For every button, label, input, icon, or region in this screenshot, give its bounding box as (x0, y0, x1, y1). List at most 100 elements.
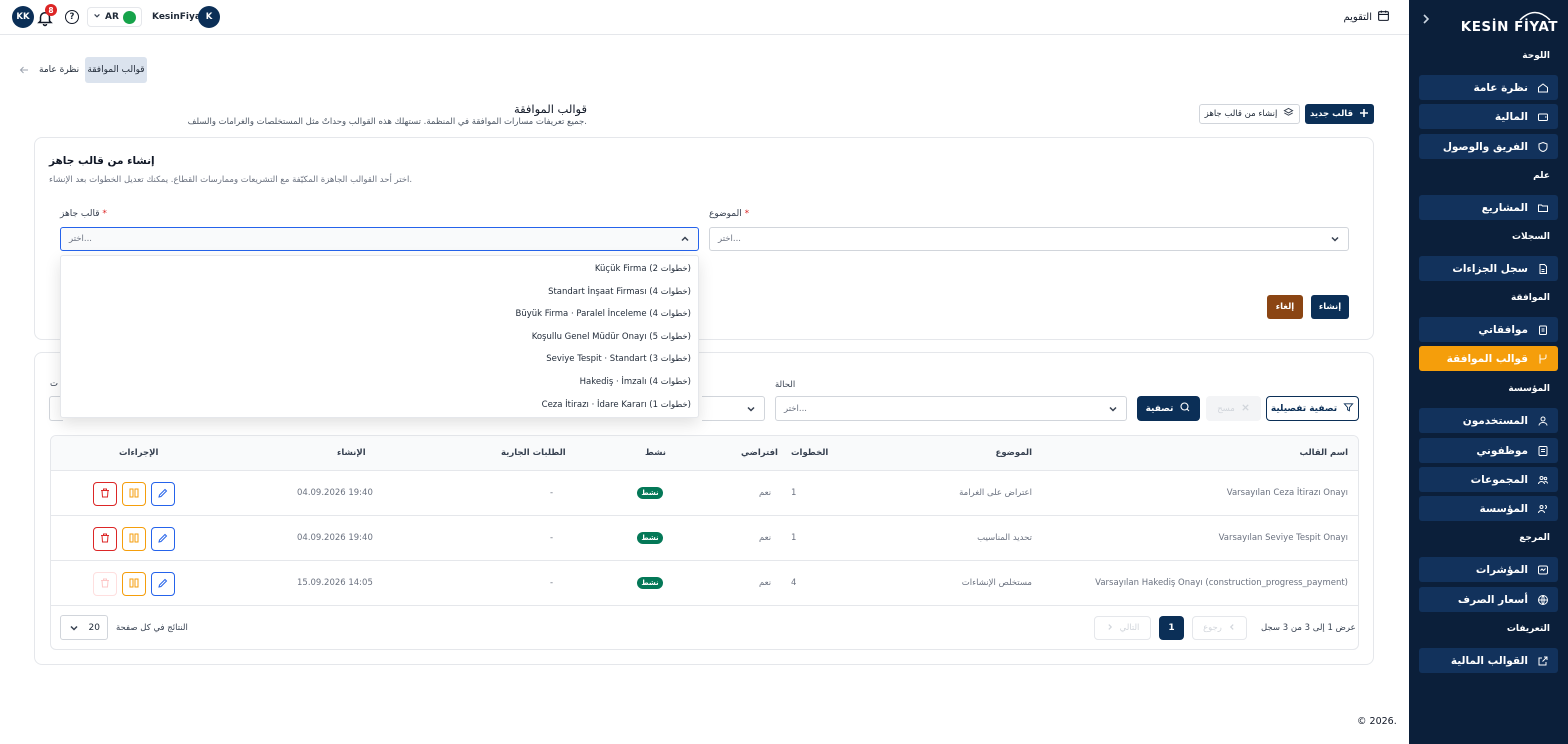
wallet-icon (1536, 111, 1550, 123)
cancel-button[interactable]: إلغاء (1267, 295, 1303, 319)
column-header-default[interactable]: افتراضي (741, 448, 778, 458)
user-avatar[interactable]: KK (12, 6, 34, 28)
activity-icon (1536, 564, 1550, 576)
template-select-placeholder: اختر... (69, 234, 92, 244)
clear-button[interactable]: مسح (1206, 396, 1261, 421)
branch-icon (1536, 353, 1550, 365)
partial-filter-label: ت (50, 379, 59, 389)
edit-button[interactable] (151, 482, 175, 506)
sidebar-item-label: موافقاتي (1478, 323, 1528, 336)
template-select[interactable]: اختر... (60, 227, 699, 251)
sidebar-item-users[interactable]: المستخدمون (1419, 408, 1558, 433)
sidebar-item-label: المستخدمون (1462, 414, 1528, 427)
sidebar-item-label: المؤشرات (1475, 563, 1528, 576)
sidebar-item-projects[interactable]: المشاريع (1419, 195, 1558, 220)
cell-subject: مستخلص الإنشاءات (961, 578, 1032, 588)
dropdown-option[interactable]: Küçük Firma (2 خطوات) (595, 264, 691, 274)
folder-icon (1536, 202, 1550, 214)
breadcrumb-current: قوالب الموافقة (85, 57, 147, 83)
id-card-icon (1536, 445, 1550, 457)
new-template-button[interactable]: قالب جديد (1305, 104, 1374, 124)
next-page-button[interactable]: التالي (1094, 616, 1151, 640)
columns-button[interactable] (122, 572, 146, 596)
page-number-current[interactable]: 1 (1159, 616, 1184, 640)
dropdown-option[interactable]: Seviye Tespit · Standart (3 خطوات) (546, 354, 691, 364)
delete-button[interactable] (93, 482, 117, 506)
sidebar-item-label: المجموعات (1470, 473, 1528, 486)
filter-select-partial[interactable] (702, 396, 765, 421)
search-icon (1179, 401, 1191, 416)
dropdown-option[interactable]: Büyük Firma · Paralel İnceleme (4 خطوات) (516, 309, 691, 319)
sidebar-item-label: نظرة عامة (1473, 81, 1528, 94)
sidebar-item-approval-templates[interactable]: قوالب الموافقة (1419, 346, 1558, 371)
sidebar-item-penalties[interactable]: سجل الجزاءات (1419, 256, 1558, 281)
column-header-created[interactable]: الإنشاء (337, 448, 366, 458)
chevron-down-icon (69, 623, 79, 636)
dropdown-option[interactable]: Hakediş · İmzalı (4 خطوات) (580, 377, 691, 387)
dropdown-option[interactable]: Koşullu Genel Müdür Onayı (5 خطوات) (532, 332, 691, 342)
globe-icon (1536, 594, 1550, 606)
document-icon (1536, 263, 1550, 275)
sidebar-item-indicators[interactable]: المؤشرات (1419, 557, 1558, 582)
columns-button[interactable] (122, 527, 146, 551)
sidebar-item-exchange-rates[interactable]: أسعار الصرف (1419, 587, 1558, 612)
users-icon (1536, 474, 1550, 486)
section-records: السجلات (1512, 232, 1550, 242)
status-filter-select[interactable]: اختر... (775, 396, 1127, 421)
language-selector[interactable]: AR (87, 7, 142, 27)
table-row[interactable]: Varsayılan Ceza İtirazı Onayı اعتراض على… (51, 471, 1358, 516)
sidebar-item-financial-templates[interactable]: القوالب المالية (1419, 648, 1558, 673)
back-arrow-icon[interactable] (18, 64, 30, 79)
template-label-text: قالب جاهز (60, 209, 100, 219)
edit-button[interactable] (151, 527, 175, 551)
sidebar-item-employees[interactable]: موظفوني (1419, 438, 1558, 463)
filter-button[interactable]: تصفية (1137, 396, 1200, 421)
help-icon[interactable]: ? (65, 10, 79, 24)
subject-select-placeholder: اختر... (718, 234, 741, 244)
collapse-sidebar-icon[interactable] (1421, 13, 1431, 29)
flag-icon (122, 10, 136, 24)
column-header-steps[interactable]: الخطوات (791, 448, 828, 458)
sidebar-item-team[interactable]: الفريق والوصول (1419, 134, 1558, 159)
cell-created: 04.09.2026 19:40 (297, 488, 373, 498)
edit-button[interactable] (151, 572, 175, 596)
advanced-filter-button[interactable]: تصفية تفصيلية (1266, 396, 1359, 421)
subject-select[interactable]: اختر... (709, 227, 1349, 251)
sidebar-item-overview[interactable]: نظرة عامة (1419, 75, 1558, 100)
delete-button[interactable] (93, 527, 117, 551)
user-initial-avatar[interactable]: K (198, 6, 220, 28)
sidebar-item-finance[interactable]: المالية (1419, 104, 1558, 129)
top-bar: KK 8 ? AR KesinFiyat K التقويم (0, 0, 1409, 35)
sidebar-item-groups[interactable]: المجموعات (1419, 467, 1558, 492)
create-from-ready-button[interactable]: إنشاء من قالب جاهز (1199, 104, 1300, 124)
pencil-icon (157, 532, 169, 547)
next-page-label: التالي (1119, 623, 1140, 633)
cell-default: نعم (759, 488, 772, 498)
footer-copyright: © 2026. (1357, 716, 1397, 727)
breadcrumb-overview[interactable]: نظرة عامة (39, 65, 79, 75)
columns-button[interactable] (122, 482, 146, 506)
prev-page-button[interactable]: رجوع (1192, 616, 1247, 640)
sidebar-item-label: سجل الجزاءات (1452, 262, 1528, 275)
sidebar-item-my-approvals[interactable]: موافقاتي (1419, 317, 1558, 342)
cell-default: نعم (759, 533, 772, 543)
table-row[interactable]: Varsayılan Hakediş Onayı (construction_p… (51, 561, 1358, 606)
pencil-icon (157, 577, 169, 592)
dropdown-option[interactable]: Standart İnşaat Firması (4 خطوات) (548, 287, 691, 297)
column-header-name[interactable]: اسم القالب (1299, 448, 1348, 458)
sidebar-item-label: الفريق والوصول (1442, 140, 1528, 153)
status-badge: نشط (637, 532, 663, 544)
sidebar-item-label: القوالب المالية (1450, 654, 1528, 667)
notification-badge: 8 (45, 4, 57, 16)
table-row[interactable]: Varsayılan Seviye Tespit Onayı تحديد الم… (51, 516, 1358, 561)
column-header-active[interactable]: نشط (645, 448, 666, 458)
sidebar-item-organization[interactable]: المؤسسة (1419, 496, 1558, 521)
column-header-subject[interactable]: الموضوع (996, 448, 1032, 458)
per-page-select[interactable]: 20 (60, 615, 108, 640)
subject-label-text: الموضوع (709, 209, 742, 219)
dropdown-option[interactable]: Ceza İtirazı · İdare Kararı (1 خطوات) (542, 400, 691, 410)
create-button[interactable]: إنشاء (1311, 295, 1349, 319)
calendar-button[interactable]: التقويم (1343, 9, 1390, 25)
column-header-pending[interactable]: الطلبات الجارية (501, 448, 566, 458)
section-approval: الموافقة (1510, 293, 1550, 303)
